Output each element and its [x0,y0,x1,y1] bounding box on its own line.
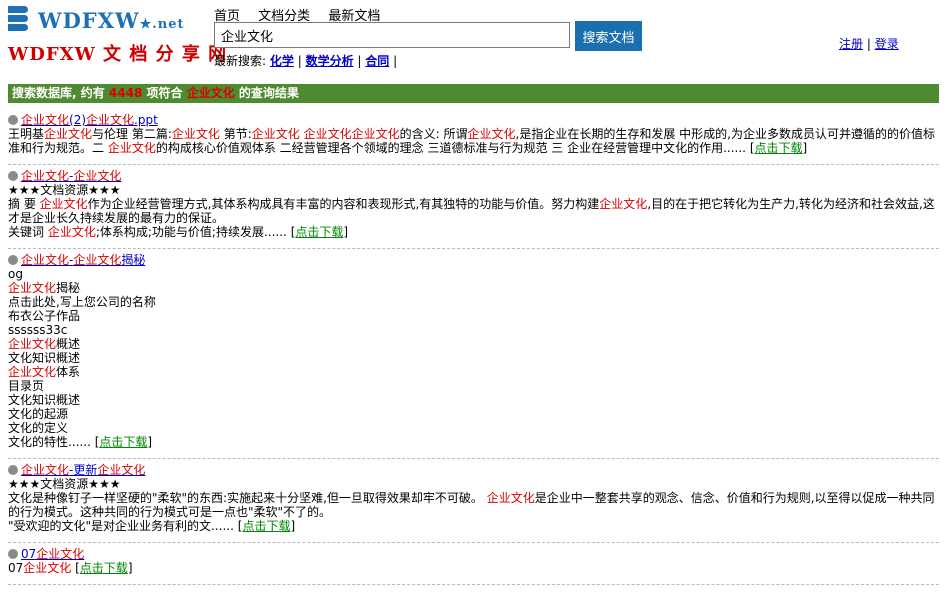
result-title-row: 企业文化-更新企业文化 [8,463,939,477]
result-title-link[interactable]: 企业文化-企业文化 [21,169,121,183]
bullet-icon [8,549,18,559]
bullet-icon [8,171,18,181]
result-title-row: 企业文化-企业文化揭秘 [8,253,939,267]
keyword-highlight: 企业文化 [39,197,88,211]
result-snippet: ★★★文档资源★★★ 文化是种像钉子一样坚硬的"柔软"的东西:实施起来十分坚难,… [8,477,935,533]
keyword-highlight: 企业文化 [486,491,535,505]
bullet-icon [8,115,18,125]
keyword-highlight: 企业文化 [351,127,400,141]
keyword-highlight: 企业文化 [23,561,72,575]
keyword-highlight: 企业文化 [467,127,516,141]
header: WDFXW★.net WDFXW 文 档 分 享 网 首页 文档分类 最新文档 … [0,0,947,80]
result-snippet: og 企业文化揭秘 点击此处,写上您公司的名称 布衣公子作品 ssssss33c… [8,267,156,449]
download-link[interactable]: 点击下载 [755,141,803,155]
download-link[interactable]: 点击下载 [242,519,290,533]
login-link[interactable]: 登录 [875,37,899,51]
keyword-highlight: 企业文化 [47,225,96,239]
logo-chinese-text: WDFXW 文 档 分 享 网 [8,44,228,65]
result-keyword: 企业文化 [186,86,235,100]
search-input[interactable] [214,22,570,48]
keyword-highlight: 企业文化 [8,281,57,295]
result-title-link[interactable]: 企业文化-更新企业文化 [21,463,145,477]
result-title-row: 企业文化-企业文化 [8,169,939,183]
result-item: 企业文化-企业文化揭秘 og 企业文化揭秘 点击此处,写上您公司的名称 布衣公子作… [8,249,939,459]
download-link[interactable]: 点击下载 [80,561,128,575]
recent-search-link[interactable]: 合同 [365,54,389,68]
keyword-highlight: 企业文化 [36,547,85,561]
keyword-highlight: 企业文化 [8,365,57,379]
logo-b-icon [6,4,32,34]
keyword-highlight: 企业文化 [21,169,70,183]
result-snippet: 07企业文化 [点击下载] [8,561,133,575]
result-title-row: 企业文化(2)企业文化.ppt [8,113,939,127]
keyword-highlight: 企业文化 [8,337,57,351]
download-link[interactable]: 点击下载 [295,225,343,239]
keyword-highlight: 企业文化 [86,113,135,127]
logo-text: WDFXW★.net [38,8,185,33]
recent-search-link[interactable]: 化学 [270,54,294,68]
keyword-highlight: 企业文化 [73,253,122,267]
keyword-highlight: 企业文化 [73,169,122,183]
result-summary-bar: 搜索数据库, 约有 4448 项符合 企业文化 的查询结果 [8,84,939,103]
result-item: 企业文化-企业文化 ★★★文档资源★★★ 摘 要 企业文化作为企业经营管理方式,其… [8,165,939,249]
bullet-icon [8,255,18,265]
search-button[interactable]: 搜索文档 [575,21,642,51]
keyword-highlight: 企业文化 [44,127,93,141]
keyword-highlight: 企业文化 [97,463,146,477]
result-title-row: 07企业文化 [8,547,939,561]
site-logo[interactable]: WDFXW★.net WDFXW 文 档 分 享 网 [6,4,226,68]
recent-searches-label: 最新搜索: [214,54,267,68]
download-link[interactable]: 点击下载 [99,435,147,449]
keyword-highlight: 企业文化 [21,113,70,127]
bullet-icon [8,465,18,475]
result-list: 企业文化(2)企业文化.ppt 王明基企业文化与伦理 第二篇:企业文化 第节:企业… [8,109,939,585]
keyword-highlight: 企业文化 [21,463,70,477]
keyword-highlight: 企业文化 [599,197,648,211]
result-item: 企业文化-更新企业文化 ★★★文档资源★★★ 文化是种像钉子一样坚硬的"柔软"的东… [8,459,939,543]
result-title-link[interactable]: 企业文化-企业文化揭秘 [21,253,145,267]
recent-searches: 最新搜索: 化学 | 数学分析 | 合同 | [214,54,398,68]
result-title-link[interactable]: 07企业文化 [21,547,84,561]
result-snippet: ★★★文档资源★★★ 摘 要 企业文化作为企业经营管理方式,其体系构成具有丰富的… [8,183,935,239]
register-link[interactable]: 注册 [839,37,863,51]
keyword-highlight: 企业文化 [251,127,300,141]
recent-search-link[interactable]: 数学分析 [306,54,354,68]
keyword-highlight: 企业文化 [21,253,70,267]
auth-links: 注册 | 登录 [839,37,899,51]
keyword-highlight: 企业文化 [303,127,352,141]
result-item: 07企业文化 07企业文化 [点击下载] [8,543,939,585]
result-item: 企业文化(2)企业文化.ppt 王明基企业文化与伦理 第二篇:企业文化 第节:企业… [8,109,939,165]
result-title-link[interactable]: 企业文化(2)企业文化.ppt [21,113,158,127]
result-snippet: 王明基企业文化与伦理 第二篇:企业文化 第节:企业文化 企业文化企业文化的含义:… [8,127,935,155]
result-count: 4448 [108,86,143,100]
keyword-highlight: 企业文化 [171,127,220,141]
keyword-highlight: 企业文化 [107,141,156,155]
